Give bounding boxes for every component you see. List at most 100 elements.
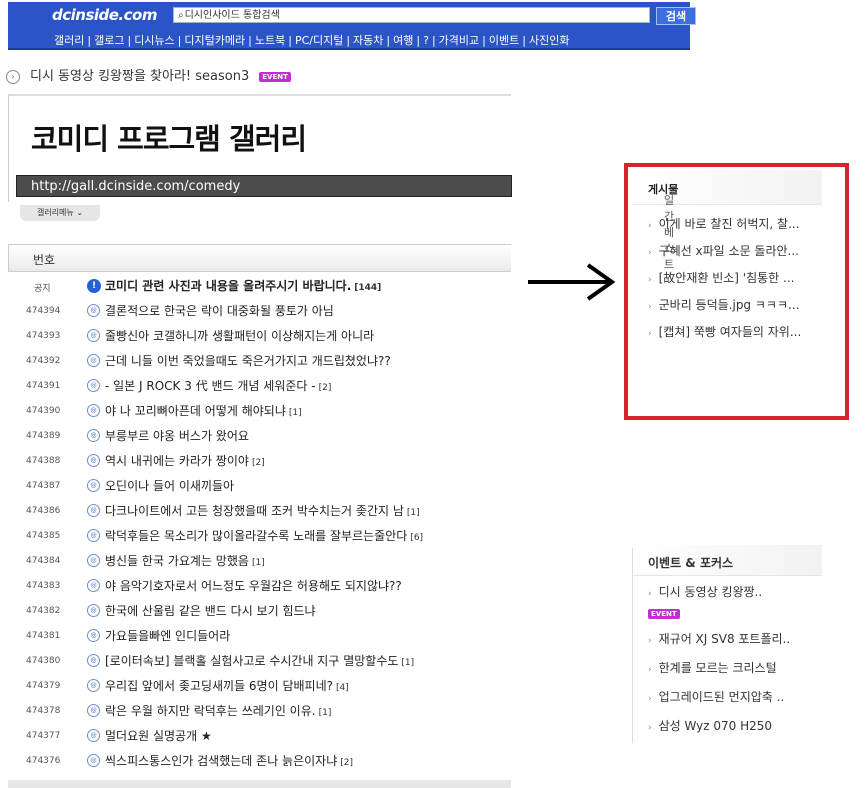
table-row[interactable]: 474379 ◎ 우리집 앞에서 좆고딩새끼들 6명이 담배피네? [4] bbox=[0, 675, 511, 700]
menu-separator: | bbox=[522, 34, 526, 47]
comment-count: [2] bbox=[340, 758, 353, 768]
post-subject[interactable]: [로이터속보] 블랙홀 실험사고로 수시간내 지구 멸망할수도 [1] bbox=[105, 652, 414, 669]
post-subject[interactable]: 락덕후들은 목소리가 많이올라갈수록 노래를 잘부르는줄안다 [6] bbox=[105, 527, 423, 544]
menu-separator: | bbox=[177, 34, 182, 47]
post-subject[interactable]: 락은 우월 하지만 락덕후는 쓰레기인 이유. [1] bbox=[105, 702, 331, 719]
event-badge: EVENT bbox=[648, 609, 680, 619]
menu-item[interactable]: 디시뉴스 bbox=[134, 34, 174, 47]
event-item[interactable]: › 업그레이드된 먼지압축 .. bbox=[648, 688, 823, 708]
gallery-menu-button[interactable]: 갤러리메뉴 ⌄ bbox=[20, 205, 100, 221]
notice-row[interactable]: 공지 ! 코미디 관련 사진과 내용을 올려주시기 바랍니다. [144] bbox=[0, 275, 511, 300]
table-row[interactable]: 474377 ◎ 멀더요원 실명공개 ★ bbox=[0, 725, 511, 750]
best-item[interactable]: › 구혜선 x파일 소문 돌라안... bbox=[648, 243, 823, 262]
menu-item[interactable]: 여행 bbox=[393, 34, 413, 47]
table-row[interactable]: 474387 ◎ 오딘이나 들어 이새끼들아 bbox=[0, 475, 511, 500]
menu-item[interactable]: PC/디지털 bbox=[295, 34, 343, 47]
search-icon: ⌕ bbox=[178, 10, 184, 21]
site-logo[interactable]: dcinside.com bbox=[52, 6, 157, 24]
best-item[interactable]: › [캡쳐] 쭉빵 여자들의 자위... bbox=[648, 324, 823, 343]
table-row[interactable]: 474391 ◎ - 일본 J ROCK 3 代 밴드 개념 세워준다 - [2] bbox=[0, 375, 511, 400]
events-title: 이벤트 & 포커스 bbox=[648, 556, 734, 570]
table-row[interactable]: 474394 ◎ 결론적으로 한국은 락이 대중화될 풍토가 아님 bbox=[0, 300, 511, 325]
comment-count: [2] bbox=[251, 458, 265, 468]
menu-item[interactable]: 자동차 bbox=[353, 34, 383, 47]
post-subject[interactable]: 다크나이트에서 고든 청장했을때 조커 박수치는거 좆간지 남 [1] bbox=[105, 502, 420, 519]
daily-best-header: 일간 베스트 게시물 bbox=[632, 170, 822, 271]
comment-count: [1] bbox=[401, 658, 415, 668]
event-item[interactable]: › 한계를 모르는 크리스털 bbox=[648, 659, 823, 679]
bullet-icon: › bbox=[648, 636, 652, 646]
post-subject[interactable]: 병신들 한국 가요계는 망했음 [1] bbox=[105, 552, 265, 569]
post-subject[interactable]: 씩스피스통스인가 검색했는데 존나 늙은이자냐 [2] bbox=[105, 752, 353, 769]
post-number: 474380 bbox=[26, 656, 61, 666]
table-row[interactable]: 474385 ◎ 락덕후들은 목소리가 많이올라갈수록 노래를 잘부르는줄안다 [6] bbox=[0, 525, 511, 550]
post-subject[interactable]: 줄빵신아 코갤하니까 생활패턴이 이상해지는게 아니라 bbox=[105, 327, 374, 344]
table-row[interactable]: 474393 ◎ 줄빵신아 코갤하니까 생활패턴이 이상해지는게 아니라 bbox=[0, 325, 511, 350]
search-button[interactable]: 검색 bbox=[656, 7, 696, 25]
event-item[interactable]: › 재규어 XJ SV8 포트폴리.. bbox=[648, 630, 823, 650]
table-row[interactable]: 474386 ◎ 다크나이트에서 고든 청장했을때 조커 박수치는거 좆간지 남 [1… bbox=[0, 500, 511, 525]
comment-count: [1] bbox=[288, 408, 302, 418]
post-subject[interactable]: 멀더요원 실명공개 ★ bbox=[105, 727, 212, 744]
best-item[interactable]: › 군바리 등덕들.jpg ㅋㅋㅋ... bbox=[648, 297, 823, 316]
post-subject[interactable]: 결론적으로 한국은 락이 대중화될 풍토가 아님 bbox=[105, 302, 334, 319]
notice-label: 공지 bbox=[34, 284, 51, 294]
menu-item[interactable]: 노트북 bbox=[255, 34, 285, 47]
event-item-text: 업그레이드된 먼지압축 .. bbox=[658, 690, 785, 704]
table-row[interactable]: 474376 ◎ 씩스피스통스인가 검색했는데 존나 늙은이자냐 [2] bbox=[0, 750, 511, 775]
post-subject[interactable]: 근데 니들 이번 죽었을때도 죽은거가지고 개드립쳤었냐?? bbox=[105, 352, 391, 369]
best-item[interactable]: › [故안재환 빈소] '침통한 ... bbox=[648, 270, 823, 289]
notice-subject[interactable]: 코미디 관련 사진과 내용을 올려주시기 바랍니다. [144] bbox=[105, 277, 381, 294]
post-list: 공지 ! 코미디 관련 사진과 내용을 올려주시기 바랍니다. [144] 474… bbox=[0, 275, 511, 775]
table-row[interactable]: 474382 ◎ 한국에 산울림 같은 밴드 다시 보기 힘드냐 bbox=[0, 600, 511, 625]
table-row[interactable]: 474388 ◎ 역시 내귀에는 카라가 짱이야 [2] bbox=[0, 450, 511, 475]
event-item[interactable]: › 디시 동영상 킹왕짱.. EVENT bbox=[648, 583, 823, 621]
menu-item[interactable]: 사진인화 bbox=[529, 34, 569, 47]
post-icon: ◎ bbox=[87, 429, 100, 442]
comment-count: [1] bbox=[318, 708, 332, 718]
best-item[interactable]: › 이게 바로 찰진 허벅지, 찰... bbox=[648, 216, 823, 235]
table-row[interactable]: 474378 ◎ 락은 우월 하지만 락덕후는 쓰레기인 이유. [1] bbox=[0, 700, 511, 725]
menu-item[interactable]: 디지털카메라 bbox=[184, 34, 245, 47]
table-row[interactable]: 474383 ◎ 야 음악기호자로서 어느정도 우월감은 허용해도 되지않냐?? bbox=[0, 575, 511, 600]
post-subject-text: 우리집 앞에서 좆고딩새끼들 6명이 담배피네? bbox=[105, 679, 333, 693]
post-subject[interactable]: 우리집 앞에서 좆고딩새끼들 6명이 담배피네? [4] bbox=[105, 677, 349, 694]
table-row[interactable]: 474392 ◎ 근데 니들 이번 죽었을때도 죽은거가지고 개드립쳤었냐?? bbox=[0, 350, 511, 375]
gallery-url[interactable]: http://gall.dcinside.com/comedy bbox=[16, 175, 512, 197]
post-subject[interactable]: - 일본 J ROCK 3 代 밴드 개념 세워준다 - [2] bbox=[105, 377, 331, 394]
event-item[interactable]: › 삼성 Wyz 070 H250 bbox=[648, 717, 823, 737]
table-row[interactable]: 474381 ◎ 가요들을빠엔 인디들어라 bbox=[0, 625, 511, 650]
menu-separator: | bbox=[416, 34, 421, 47]
post-subject-text: 락덕후들은 목소리가 많이올라갈수록 노래를 잘부르는줄안다 bbox=[105, 529, 408, 543]
post-subject[interactable]: 한국에 산울림 같은 밴드 다시 보기 힘드냐 bbox=[105, 602, 316, 619]
table-row[interactable]: 474384 ◎ 병신들 한국 가요계는 망했음 [1] bbox=[0, 550, 511, 575]
post-subject[interactable]: 부릉부르 야옹 버스가 왔어요 bbox=[105, 427, 249, 444]
post-subject[interactable]: 야 나 꼬리뼈아픈데 어떻게 해야되냐 [1] bbox=[105, 402, 302, 419]
search-input[interactable]: ⌕디시인사이드 통합검색 bbox=[173, 7, 650, 23]
event-badge: EVENT bbox=[259, 71, 291, 82]
post-icon: ◎ bbox=[87, 704, 100, 717]
bullet-icon: › bbox=[648, 665, 652, 675]
table-row[interactable]: 474389 ◎ 부릉부르 야옹 버스가 왔어요 bbox=[0, 425, 511, 450]
post-number: 474390 bbox=[26, 406, 61, 416]
menu-item[interactable]: 이벤트 bbox=[489, 34, 519, 47]
menu-item[interactable]: 가격비교 bbox=[439, 34, 479, 47]
list-bottom-bar bbox=[8, 780, 511, 788]
search-placeholder: 디시인사이드 통합검색 bbox=[184, 10, 280, 21]
menu-item[interactable]: 갤러리 bbox=[54, 34, 84, 47]
menu-separator: | bbox=[386, 34, 391, 47]
post-subject[interactable]: 오딘이나 들어 이새끼들아 bbox=[105, 477, 234, 494]
post-subject[interactable]: 가요들을빠엔 인디들어라 bbox=[105, 627, 230, 644]
table-row[interactable]: 474390 ◎ 야 나 꼬리뼈아픈데 어떻게 해야되냐 [1] bbox=[0, 400, 511, 425]
arrow-right-icon bbox=[528, 263, 616, 301]
post-number: 474388 bbox=[26, 456, 61, 466]
post-number: 474378 bbox=[26, 706, 61, 716]
post-subject[interactable]: 야 음악기호자로서 어느정도 우월감은 허용해도 되지않냐?? bbox=[105, 577, 402, 594]
event-banner[interactable]: › 디시 동영상 킹왕짱을 찾아라! season3 EVENT bbox=[6, 65, 291, 84]
bullet-icon: › bbox=[648, 248, 652, 258]
event-banner-text: 디시 동영상 킹왕짱을 찾아라! season3 bbox=[30, 69, 250, 84]
chevron-down-icon: ⌄ bbox=[76, 208, 84, 217]
menu-item[interactable]: 갤로그 bbox=[94, 34, 124, 47]
table-row[interactable]: 474380 ◎ [로이터속보] 블랙홀 실험사고로 수시간내 지구 멸망할수도 [1… bbox=[0, 650, 511, 675]
post-subject[interactable]: 역시 내귀에는 카라가 짱이야 [2] bbox=[105, 452, 265, 469]
